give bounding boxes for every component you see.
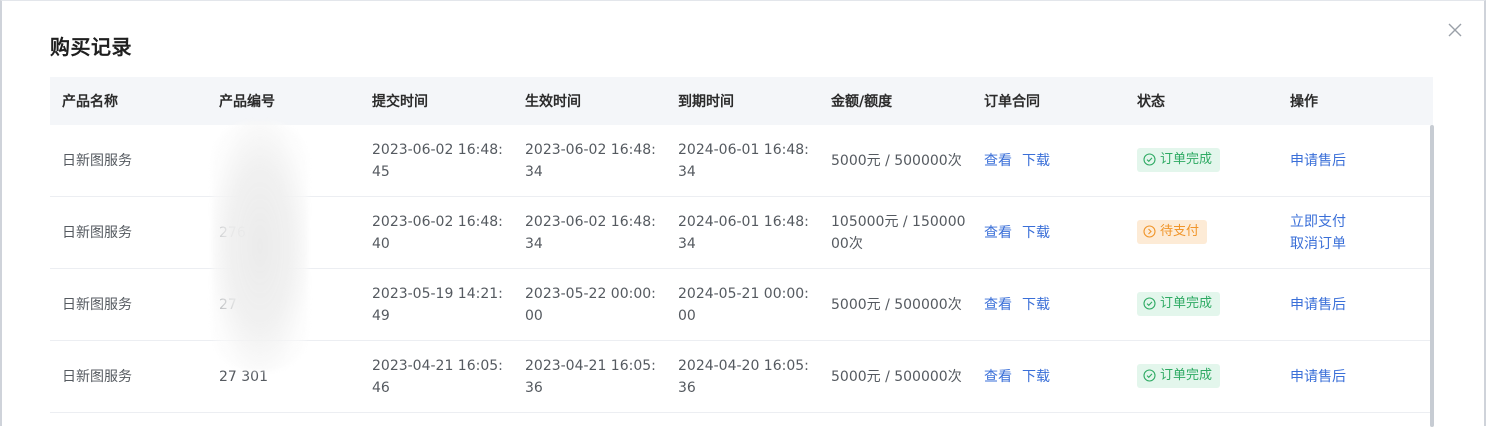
column-header: 生效时间 [525, 94, 581, 110]
amount-quota: 105000元 / 15000000次 [831, 213, 966, 252]
column-header: 金额/额度 [831, 94, 893, 110]
status-cell: 订单完成 [1125, 147, 1278, 174]
cancel-order-link[interactable]: 取消订单 [1290, 233, 1427, 255]
column-header: 产品名称 [62, 94, 118, 110]
dialog-title: 购买记录 [50, 35, 132, 59]
column-header: 提交时间 [372, 94, 428, 110]
operations: 申请售后 [1278, 294, 1433, 316]
order-contract: 查看 下载 [972, 150, 1125, 172]
expire-time: 2024-06-01 16:48:34 [678, 141, 809, 180]
column-header: 到期时间 [678, 94, 734, 110]
status-badge: 订单完成 [1137, 147, 1221, 172]
order-contract: 查看 下载 [972, 366, 1125, 388]
expire-time: 2024-05-21 00:00:00 [678, 285, 809, 324]
product-name: 日新图服务 [62, 296, 132, 313]
check-circle-icon [1143, 153, 1156, 166]
status-cell: 订单完成 [1125, 363, 1278, 390]
operations: 立即支付 取消订单 [1278, 211, 1433, 255]
pay-now-link[interactable]: 立即支付 [1290, 211, 1427, 233]
clock-circle-icon [1143, 225, 1156, 238]
status-label: 待支付 [1160, 223, 1200, 239]
apply-after-sales-link[interactable]: 申请售后 [1290, 366, 1427, 388]
submit-time: 2023-06-02 16:48:45 [372, 141, 503, 180]
product-name: 日新图服务 [62, 152, 132, 169]
column-header: 状态 [1137, 94, 1165, 110]
column-header: 操作 [1290, 94, 1318, 110]
vertical-scrollbar[interactable] [1430, 125, 1434, 427]
status-cell: 订单完成 [1125, 291, 1278, 318]
check-circle-icon [1143, 297, 1156, 310]
status-label: 订单完成 [1160, 367, 1213, 383]
amount-quota: 5000元 / 500000次 [831, 152, 962, 169]
view-contract-link[interactable]: 查看 [984, 297, 1012, 313]
purchase-records-dialog: 购买记录 产品名称 产品编号 提交时间 生效时间 到期时间 金额/额度 订单合同… [0, 0, 1486, 427]
effective-time: 2023-06-02 16:48:34 [525, 141, 656, 180]
amount-quota: 5000元 / 500000次 [831, 296, 962, 313]
privacy-blur [212, 121, 308, 371]
column-header: 订单合同 [984, 94, 1040, 110]
operations: 申请售后 [1278, 366, 1433, 388]
column-header: 产品编号 [219, 94, 275, 110]
status-badge: 订单完成 [1137, 291, 1221, 316]
product-name: 日新图服务 [62, 224, 132, 241]
effective-time: 2023-04-21 16:05:36 [525, 357, 656, 396]
apply-after-sales-link[interactable]: 申请售后 [1290, 294, 1427, 316]
operations: 申请售后 [1278, 150, 1433, 172]
view-contract-link[interactable]: 查看 [984, 369, 1012, 385]
product-number: 27 301 [219, 368, 268, 385]
status-label: 订单完成 [1160, 151, 1213, 167]
order-contract: 查看 下载 [972, 294, 1125, 316]
submit-time: 2023-04-21 16:05:46 [372, 357, 503, 396]
status-badge: 订单完成 [1137, 363, 1221, 388]
status-badge: 待支付 [1137, 219, 1208, 244]
apply-after-sales-link[interactable]: 申请售后 [1290, 150, 1427, 172]
download-contract-link[interactable]: 下载 [1022, 297, 1050, 313]
close-icon[interactable] [1443, 18, 1467, 42]
expire-time: 2024-04-20 16:05:36 [678, 357, 809, 396]
product-name: 日新图服务 [62, 368, 132, 385]
amount-quota: 5000元 / 500000次 [831, 368, 962, 385]
submit-time: 2023-05-19 14:21:49 [372, 285, 503, 324]
submit-time: 2023-06-02 16:48:40 [372, 213, 503, 252]
effective-time: 2023-05-22 00:00:00 [525, 285, 656, 324]
view-contract-link[interactable]: 查看 [984, 225, 1012, 241]
status-cell: 待支付 [1125, 219, 1278, 246]
download-contract-link[interactable]: 下载 [1022, 369, 1050, 385]
order-contract: 查看 下载 [972, 222, 1125, 244]
table-header: 产品名称 产品编号 提交时间 生效时间 到期时间 金额/额度 订单合同 状态 操… [50, 77, 1433, 125]
expire-time: 2024-06-01 16:48:34 [678, 213, 809, 252]
download-contract-link[interactable]: 下载 [1022, 225, 1050, 241]
view-contract-link[interactable]: 查看 [984, 153, 1012, 169]
download-contract-link[interactable]: 下载 [1022, 153, 1050, 169]
check-circle-icon [1143, 369, 1156, 382]
status-label: 订单完成 [1160, 295, 1213, 311]
effective-time: 2023-06-02 16:48:34 [525, 213, 656, 252]
